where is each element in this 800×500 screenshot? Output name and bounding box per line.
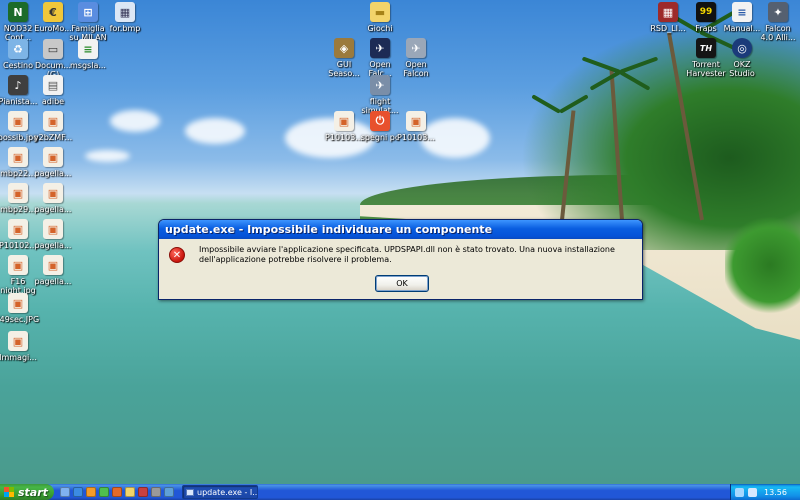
desktop-icon-label: Giochi: [367, 24, 393, 33]
desktop-icon-pagella-2[interactable]: ▣ pagella...: [27, 182, 79, 214]
desktop-icon-flight-simulator[interactable]: ✈ flight simulat...: [354, 74, 406, 115]
nod32-icon: N: [8, 2, 28, 22]
pianista-icon: ♪: [8, 75, 28, 95]
internet-explorer-icon[interactable]: [73, 487, 83, 497]
adibe-icon: ▤: [43, 75, 63, 95]
folder-icon: ▬: [370, 2, 390, 22]
document-icon: ≡: [78, 39, 98, 59]
image-file-icon: ▣: [43, 111, 63, 131]
antivirus-icon[interactable]: [748, 487, 757, 497]
folder-network-icon: ⊞: [78, 2, 98, 22]
desktop-icon-f49sec[interactable]: ▣ f49sec.JPG: [0, 292, 44, 324]
desktop-icon-label: P10103...: [397, 133, 435, 142]
network-icon[interactable]: [735, 487, 744, 497]
fraps-icon: 99: [696, 2, 716, 22]
desktop-icon-label: for.bmp: [109, 24, 141, 33]
image-file-icon: ▣: [8, 183, 28, 203]
clock[interactable]: 13.56: [764, 488, 787, 497]
image-file-icon: ▣: [8, 255, 28, 275]
image-file-icon: ▣: [8, 147, 28, 167]
folder-icon[interactable]: [125, 487, 135, 497]
cloud: [110, 110, 160, 132]
windows-logo-icon: [4, 487, 14, 497]
desktop-icon-immagine[interactable]: ▣ Immagi...: [0, 330, 44, 362]
desktop-icon-label: y2bZMF...: [33, 133, 73, 142]
manual-icon: ≡: [732, 2, 752, 22]
desktop-icon-falcon-allied[interactable]: ✦ Falcon 4.0 Alli...: [752, 1, 800, 42]
image-file-icon: ▣: [406, 111, 426, 131]
desktop-icon-msgsla[interactable]: ≡ msgsla...: [62, 38, 114, 70]
firefox-icon[interactable]: [112, 487, 122, 497]
desktop-icon-label: pagella...: [34, 241, 72, 250]
desktop-icon-pagella-3[interactable]: ▣ pagella...: [27, 218, 79, 250]
desktop-icon-y2bzmf[interactable]: ▣ y2bZMF...: [27, 110, 79, 142]
okz-studio-icon: ◎: [732, 38, 752, 58]
show-desktop-icon[interactable]: [60, 487, 70, 497]
image-file-icon: ▣: [8, 219, 28, 239]
desktop-icon-label: msgsla...: [70, 61, 106, 70]
falcon-icon: ✦: [768, 2, 788, 22]
desktop-icon-pagella-1[interactable]: ▣ pagella...: [27, 146, 79, 178]
desktop-icon-label: adibe: [41, 97, 65, 106]
quick-launch: [60, 487, 174, 497]
image-file-icon: ▣: [43, 183, 63, 203]
desktop-icon-for-bmp[interactable]: ▦ for.bmp: [99, 1, 151, 33]
error-dialog: update.exe - Impossibile individuare un …: [158, 219, 643, 300]
taskbar-button-label: update.exe - I...: [197, 488, 258, 497]
window-icon: [186, 489, 194, 496]
desktop-icon-label: OKZ Studio: [729, 60, 755, 78]
ok-button[interactable]: OK: [375, 275, 429, 292]
gui-season-icon: ◈: [334, 38, 354, 58]
system-tray: 13.56: [730, 484, 800, 500]
start-button[interactable]: start: [0, 484, 54, 500]
image-file-icon: ▣: [334, 111, 354, 131]
desktop-icon-p10103-2[interactable]: ▣ P10103...: [390, 110, 442, 142]
image-file-icon: ▣: [8, 111, 28, 131]
desktop-icon-label: pagella...: [34, 169, 72, 178]
open-falcon-icon: ✈: [370, 38, 390, 58]
desktop-icon-pagella-4[interactable]: ▣ pagella...: [27, 254, 79, 286]
image-file-icon: ▣: [8, 331, 28, 351]
taskbar-button-update[interactable]: update.exe - I...: [182, 485, 258, 499]
dialog-body: ✕ Impossibile avviare l'applicazione spe…: [159, 239, 642, 299]
image-file-icon: ▣: [43, 219, 63, 239]
desktop-icon-okz-studio[interactable]: ◎ OKZ Studio: [716, 37, 768, 78]
messenger-icon[interactable]: [99, 487, 109, 497]
desktop-icon-open-falcon-2[interactable]: ✈ Open Falcon: [390, 37, 442, 78]
desktop-icon-label: f49sec.JPG: [0, 315, 40, 324]
drive-icon: ▭: [43, 39, 63, 59]
app-icon[interactable]: [164, 487, 174, 497]
image-file-icon: ▣: [43, 147, 63, 167]
error-icon: ✕: [169, 247, 185, 263]
app-icon[interactable]: [138, 487, 148, 497]
app-icon[interactable]: [151, 487, 161, 497]
bitmap-file-icon: ▦: [115, 2, 135, 22]
image-file-icon: ▣: [8, 293, 28, 313]
image-file-icon: ▣: [43, 255, 63, 275]
start-label: start: [18, 485, 48, 499]
cloud: [85, 150, 130, 162]
cloud: [185, 118, 245, 144]
bush: [725, 215, 800, 315]
taskbar: start update.exe - I... 13.56: [0, 484, 800, 500]
airplane-icon: ✈: [406, 38, 426, 58]
media-player-icon[interactable]: [86, 487, 96, 497]
shutdown-icon: ⏻: [370, 111, 390, 131]
recycle-bin-icon: ♻: [8, 39, 28, 59]
torrent-harvester-icon: TH: [696, 38, 716, 58]
dialog-title[interactable]: update.exe - Impossibile individuare un …: [159, 220, 642, 239]
desktop-icon-label: pagella...: [34, 205, 72, 214]
rsd-icon: ▦: [658, 2, 678, 22]
desktop-icon-adibe[interactable]: ▤ adibe: [27, 74, 79, 106]
desktop-icon-label: Immagi...: [0, 353, 37, 362]
desktop-icon-giochi[interactable]: ▬ Giochi: [354, 1, 406, 33]
euromobile-icon: €: [43, 2, 63, 22]
desktop-icon-label: pagella...: [34, 277, 72, 286]
flight-simulator-icon: ✈: [370, 75, 390, 95]
dialog-message: Impossibile avviare l'applicazione speci…: [199, 245, 615, 264]
